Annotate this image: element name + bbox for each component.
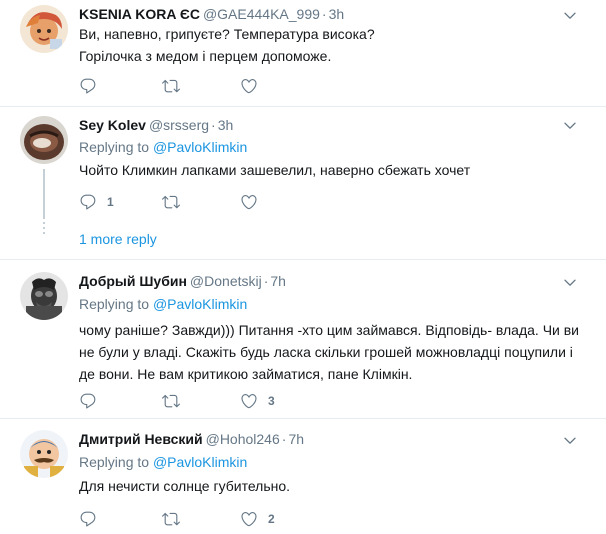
- like-icon: [240, 510, 258, 528]
- more-replies-link[interactable]: 1 more reply: [79, 230, 157, 248]
- avatar[interactable]: [20, 116, 68, 164]
- mention-link[interactable]: @PavloKlimkin: [153, 454, 247, 470]
- tweet-dmitry-nevsky[interactable]: Дмитрий Невский @Hohol246 · 7h Replying to …: [0, 419, 606, 534]
- like-button[interactable]: 2: [240, 509, 275, 529]
- tweet-header: KSENIA KORA ЄС @GAE444KA_999 · 3h: [79, 5, 344, 23]
- display-name[interactable]: Sey Kolev: [79, 117, 146, 133]
- like-count: 2: [268, 512, 275, 526]
- tweet-actions: 2: [79, 509, 379, 529]
- avatar[interactable]: [20, 430, 68, 478]
- retweet-icon: [162, 510, 180, 528]
- reply-button[interactable]: [79, 509, 107, 529]
- tweet-actions: 1: [79, 192, 379, 212]
- tweet-header: Дмитрий Невский @Hohol246 · 7h: [79, 430, 304, 448]
- user-handle[interactable]: @Hohol246: [206, 431, 280, 447]
- timestamp[interactable]: 7h: [270, 273, 286, 289]
- chevron-down-icon[interactable]: [562, 275, 578, 291]
- mention-link[interactable]: @PavloKlimkin: [153, 296, 247, 312]
- tweet-text-line: Ви, напевно, грипуєте? Температура висок…: [79, 26, 375, 42]
- timestamp[interactable]: 7h: [288, 431, 304, 447]
- user-handle[interactable]: @GAE444KA_999: [203, 6, 320, 22]
- retweet-button[interactable]: [162, 76, 190, 96]
- tweet-actions: 3: [79, 391, 379, 411]
- tweet-sey-kolev[interactable]: Sey Kolev @srsserg · 3h Replying to @PavloK…: [0, 107, 606, 257]
- reply-button[interactable]: [79, 76, 107, 96]
- replying-label: Replying to: [79, 296, 150, 312]
- display-name[interactable]: Дмитрий Невский: [79, 431, 203, 447]
- like-button[interactable]: 3: [240, 391, 275, 411]
- user-handle[interactable]: @srsserg: [149, 117, 209, 133]
- replying-to: Replying to @PavloKlimkin: [79, 138, 247, 156]
- reply-icon: [79, 510, 97, 528]
- tweet-text-line: не були у владі. Скажіть будь ласка скіл…: [79, 344, 573, 360]
- retweet-icon: [162, 392, 180, 410]
- reply-icon: [79, 392, 97, 410]
- reply-button[interactable]: 1: [79, 192, 114, 212]
- separator-dot: ·: [281, 431, 287, 447]
- avatar[interactable]: [20, 272, 68, 320]
- tweet-text-line: Горілочка з медом і перцем допоможе.: [79, 48, 332, 64]
- separator-dot: ·: [263, 273, 269, 289]
- display-name[interactable]: Добрый Шубин: [79, 273, 187, 289]
- tweet-text-line: де вони. Не вам критикою займатися, пане…: [79, 366, 413, 382]
- like-icon: [240, 193, 258, 211]
- user-handle[interactable]: @Donetskij: [190, 273, 262, 289]
- separator-dot: ·: [321, 6, 327, 22]
- reply-count: 1: [107, 195, 114, 209]
- chevron-down-icon[interactable]: [562, 433, 578, 449]
- like-icon: [240, 392, 258, 410]
- tweet-header: Sey Kolev @srsserg · 3h: [79, 116, 233, 134]
- like-button[interactable]: [240, 76, 268, 96]
- tweet-text-line: чому раніше? Завжди))) Питання -хто цим …: [79, 322, 579, 338]
- tweet-header: Добрый Шубин @Donetskij · 7h: [79, 272, 286, 290]
- replying-to: Replying to @PavloKlimkin: [79, 295, 247, 313]
- retweet-button[interactable]: [162, 192, 190, 212]
- reply-icon: [79, 193, 97, 211]
- tweet-dobryi-shubin[interactable]: Добрый Шубин @Donetskij · 7h Replying to @P…: [0, 260, 606, 415]
- tweet-text-line: Чойто Климкин лапками зашевелил, наверно…: [79, 162, 471, 178]
- retweet-icon: [162, 193, 180, 211]
- tweet-text-line: Для нечисти солнце губительно.: [79, 478, 291, 494]
- replying-label: Replying to: [79, 454, 150, 470]
- timestamp[interactable]: 3h: [329, 6, 345, 22]
- tweet-actions: [79, 76, 379, 96]
- display-name[interactable]: KSENIA KORA ЄС: [79, 6, 200, 22]
- chevron-down-icon[interactable]: [562, 8, 578, 24]
- like-count: 3: [268, 394, 275, 408]
- chevron-down-icon[interactable]: [562, 118, 578, 134]
- like-button[interactable]: [240, 192, 268, 212]
- mention-link[interactable]: @PavloKlimkin: [153, 139, 247, 155]
- reply-icon: [79, 77, 97, 95]
- reply-button[interactable]: [79, 391, 107, 411]
- tweet-text: Ви, напевно, грипуєте? Температура висок…: [79, 23, 579, 67]
- tweet-text: Чойто Климкин лапками зашевелил, наверно…: [79, 159, 579, 181]
- thread-line: [43, 169, 45, 219]
- separator-dot: ·: [211, 117, 216, 133]
- retweet-icon: [162, 77, 180, 95]
- tweet-text: чому раніше? Завжди))) Питання -хто цим …: [79, 319, 579, 385]
- tweet-ksenia[interactable]: KSENIA KORA ЄС @GAE444KA_999 · 3h Ви, напев…: [0, 0, 606, 100]
- retweet-button[interactable]: [162, 391, 190, 411]
- replying-label: Replying to: [79, 139, 150, 155]
- timestamp[interactable]: 3h: [218, 117, 234, 133]
- replying-to: Replying to @PavloKlimkin: [79, 453, 247, 471]
- like-icon: [240, 77, 258, 95]
- avatar[interactable]: [20, 5, 68, 53]
- thread-dots: [43, 222, 45, 237]
- retweet-button[interactable]: [162, 509, 190, 529]
- tweet-text: Для нечисти солнце губительно.: [79, 475, 579, 497]
